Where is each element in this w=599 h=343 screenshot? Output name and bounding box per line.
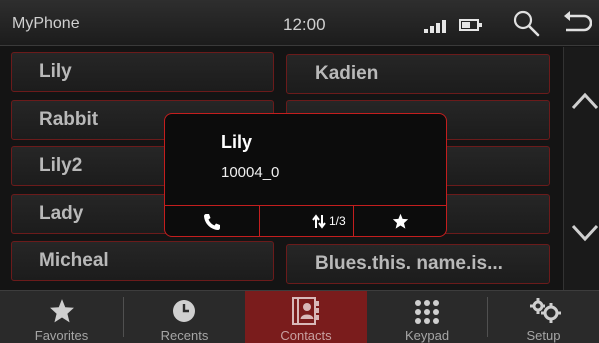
tab-label: Recents: [160, 328, 209, 343]
tab-contacts[interactable]: Contacts: [245, 291, 367, 343]
tab-label: Favorites: [34, 328, 89, 343]
tab-favorites[interactable]: Favorites: [0, 291, 123, 343]
status-bar: MyPhone 12:00: [0, 0, 599, 46]
chevron-up-icon[interactable]: [571, 88, 599, 114]
call-button[interactable]: [165, 206, 259, 236]
battery-icon: [459, 19, 482, 31]
back-icon[interactable]: [560, 9, 592, 37]
tab-recents[interactable]: Recents: [124, 291, 245, 343]
clock: 12:00: [283, 15, 326, 34]
tab-label: Contacts: [280, 328, 332, 343]
tab-bar: Favorites Recents Contacts Keypad Setup: [0, 290, 599, 343]
popup-action-bar: 1/3: [165, 205, 446, 236]
signal-strength-icon: [424, 17, 454, 33]
tab-setup[interactable]: Setup: [488, 291, 599, 343]
gears-icon: [530, 298, 561, 323]
star-icon: [392, 213, 409, 229]
clock-icon: [173, 300, 195, 322]
search-icon[interactable]: [512, 9, 540, 37]
popup-contact-name: Lily: [221, 132, 253, 152]
chevron-down-icon[interactable]: [571, 220, 599, 246]
contact-item[interactable]: Kadien: [286, 54, 550, 94]
scroll-bar[interactable]: [563, 47, 599, 290]
phone-icon: [204, 214, 220, 230]
favorite-button[interactable]: [353, 206, 446, 236]
contacts-book-icon: [292, 297, 319, 325]
contact-item[interactable]: Lily: [11, 52, 274, 92]
switch-number-button[interactable]: 1/3: [259, 206, 353, 236]
keypad-icon: [415, 300, 439, 324]
app-title: MyPhone: [12, 15, 80, 32]
tab-label: Setup: [526, 328, 561, 343]
tab-keypad[interactable]: Keypad: [367, 291, 487, 343]
contact-item[interactable]: Blues.this. name.is...: [286, 244, 550, 284]
contact-item[interactable]: Micheal: [11, 241, 274, 281]
number-index: 1/3: [329, 214, 346, 228]
switch-number-icon: [312, 214, 326, 229]
popup-contact-number: 10004_0: [221, 164, 280, 181]
contact-detail-popup: Lily 10004_0 1/3: [164, 113, 447, 237]
tab-label: Keypad: [404, 328, 450, 343]
star-icon: [50, 299, 74, 323]
